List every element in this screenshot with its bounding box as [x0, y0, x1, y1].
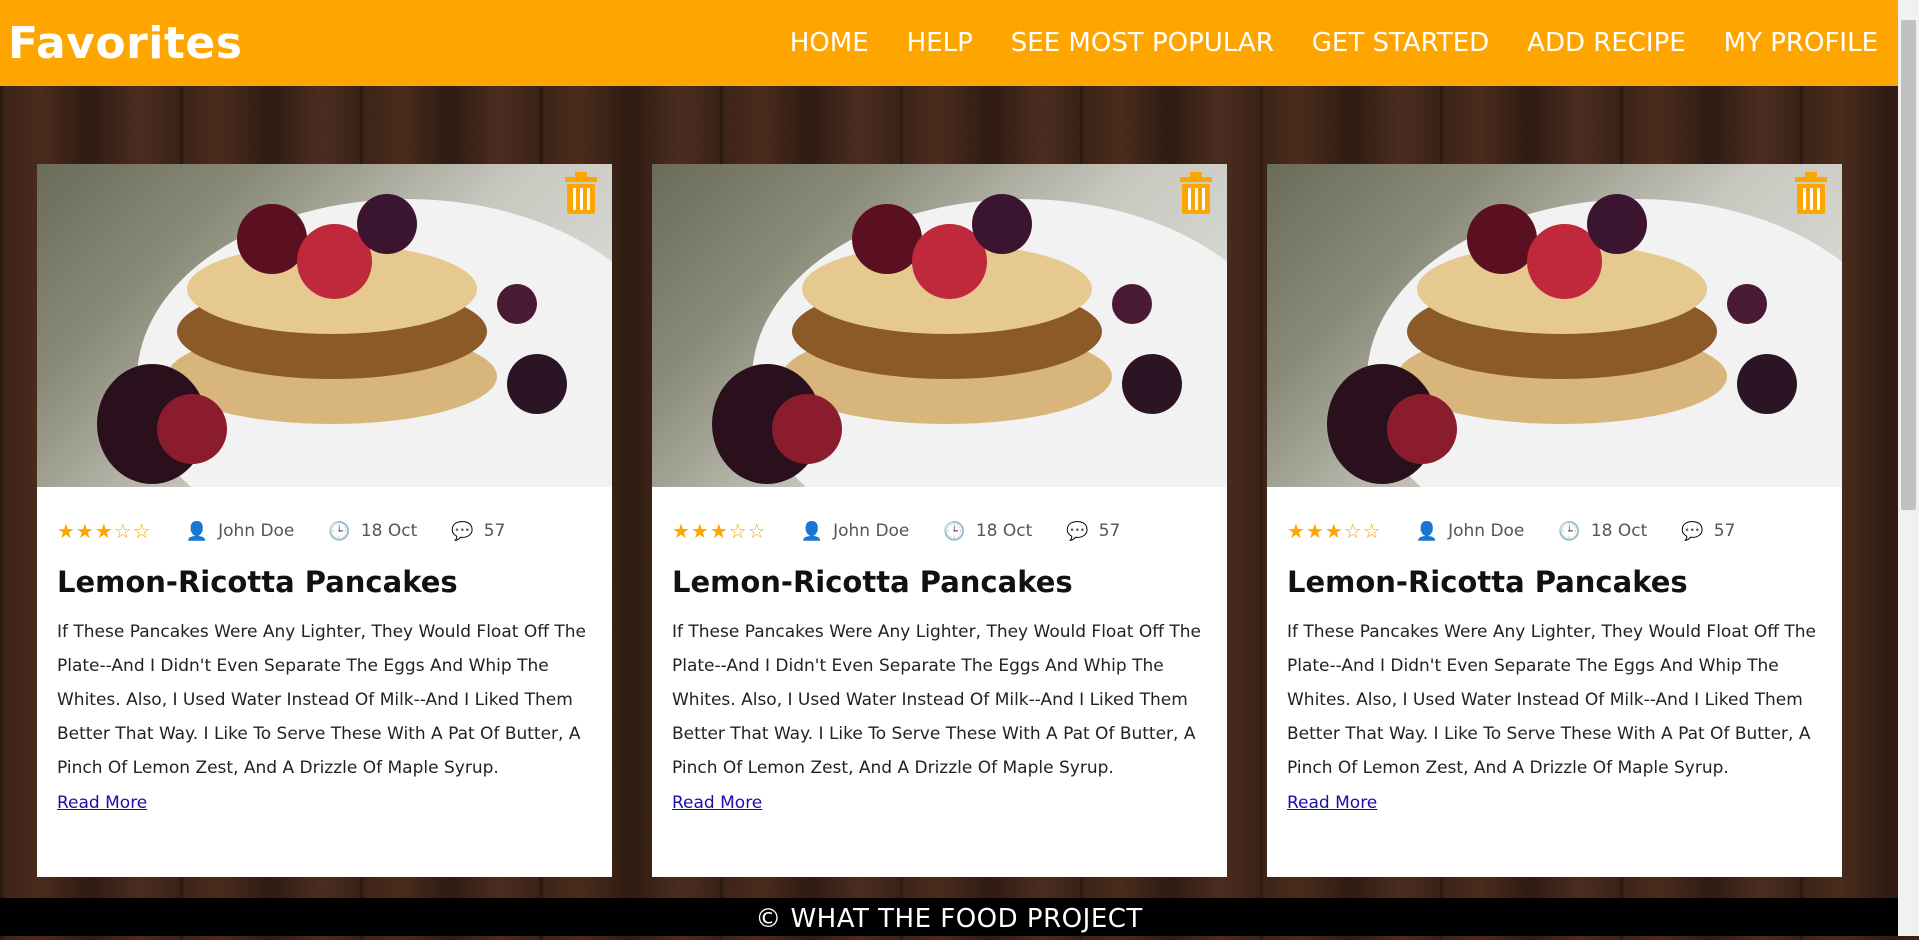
favorites-grid: ★★★☆☆ 👤 John Doe 🕒 18 Oct 💬 57 Lemon-Ric… — [37, 164, 1842, 877]
rating-stars: ★★★☆☆ — [1287, 519, 1382, 543]
recipe-meta: ★★★☆☆ 👤 John Doe 🕒 18 Oct 💬 57 — [1287, 519, 1822, 543]
recipe-title: Lemon-Ricotta Pancakes — [1287, 565, 1688, 599]
trash-icon[interactable] — [1792, 172, 1830, 214]
user-icon: 👤 — [800, 520, 824, 542]
recipe-description: If These Pancakes Were Any Lighter, They… — [57, 622, 586, 778]
scrollbar-thumb[interactable] — [1901, 20, 1916, 510]
nav-home[interactable]: HOME — [790, 28, 869, 58]
recipe-date: 18 Oct — [1590, 521, 1648, 541]
clock-icon: 🕒 — [328, 520, 351, 542]
trash-icon[interactable] — [562, 172, 600, 214]
recipe-meta: ★★★☆☆ 👤 John Doe 🕒 18 Oct 💬 57 — [672, 519, 1207, 543]
nav-add-recipe[interactable]: ADD RECIPE — [1527, 28, 1686, 58]
recipe-card: ★★★☆☆ 👤 John Doe 🕒 18 Oct 💬 57 Lemon-Ric… — [652, 164, 1227, 877]
nav-get-started[interactable]: GET STARTED — [1312, 28, 1489, 58]
recipe-card: ★★★☆☆ 👤 John Doe 🕒 18 Oct 💬 57 Lemon-Ric… — [37, 164, 612, 877]
recipe-author: John Doe — [218, 521, 295, 541]
page-title: Favorites — [8, 17, 243, 69]
trash-icon[interactable] — [1177, 172, 1215, 214]
nav-help[interactable]: HELP — [907, 28, 973, 58]
recipe-description: If These Pancakes Were Any Lighter, They… — [1287, 622, 1816, 778]
read-more-link[interactable]: Read More — [57, 793, 147, 813]
nav-see-most-popular[interactable]: SEE MOST POPULAR — [1011, 28, 1274, 58]
rating-stars: ★★★☆☆ — [672, 519, 767, 543]
read-more-link[interactable]: Read More — [1287, 793, 1377, 813]
clock-icon: 🕒 — [943, 520, 966, 542]
footer: © WHAT THE FOOD PROJECT — [0, 898, 1898, 936]
comment-count: 57 — [483, 521, 506, 541]
comment-count: 57 — [1713, 521, 1736, 541]
recipe-meta: ★★★☆☆ 👤 John Doe 🕒 18 Oct 💬 57 — [57, 519, 592, 543]
recipe-title: Lemon-Ricotta Pancakes — [57, 565, 458, 599]
main-nav: HOME HELP SEE MOST POPULAR GET STARTED A… — [790, 28, 1878, 58]
comment-count: 57 — [1098, 521, 1121, 541]
vertical-scrollbar[interactable] — [1898, 0, 1919, 936]
recipe-date: 18 Oct — [360, 521, 418, 541]
user-icon: 👤 — [1415, 520, 1439, 542]
recipe-author: John Doe — [1448, 521, 1525, 541]
recipe-photo — [1267, 164, 1842, 487]
nav-my-profile[interactable]: MY PROFILE — [1724, 28, 1878, 58]
recipe-author: John Doe — [833, 521, 910, 541]
top-navbar: Favorites HOME HELP SEE MOST POPULAR GET… — [0, 0, 1898, 86]
comment-icon: 💬 — [1681, 520, 1704, 542]
recipe-title: Lemon-Ricotta Pancakes — [672, 565, 1073, 599]
recipe-photo — [652, 164, 1227, 487]
user-icon: 👤 — [185, 520, 209, 542]
comment-icon: 💬 — [451, 520, 474, 542]
recipe-date: 18 Oct — [975, 521, 1033, 541]
read-more-link[interactable]: Read More — [672, 793, 762, 813]
comment-icon: 💬 — [1066, 520, 1089, 542]
clock-icon: 🕒 — [1558, 520, 1581, 542]
recipe-photo — [37, 164, 612, 487]
recipe-description: If These Pancakes Were Any Lighter, They… — [672, 622, 1201, 778]
rating-stars: ★★★☆☆ — [57, 519, 152, 543]
recipe-card: ★★★☆☆ 👤 John Doe 🕒 18 Oct 💬 57 Lemon-Ric… — [1267, 164, 1842, 877]
